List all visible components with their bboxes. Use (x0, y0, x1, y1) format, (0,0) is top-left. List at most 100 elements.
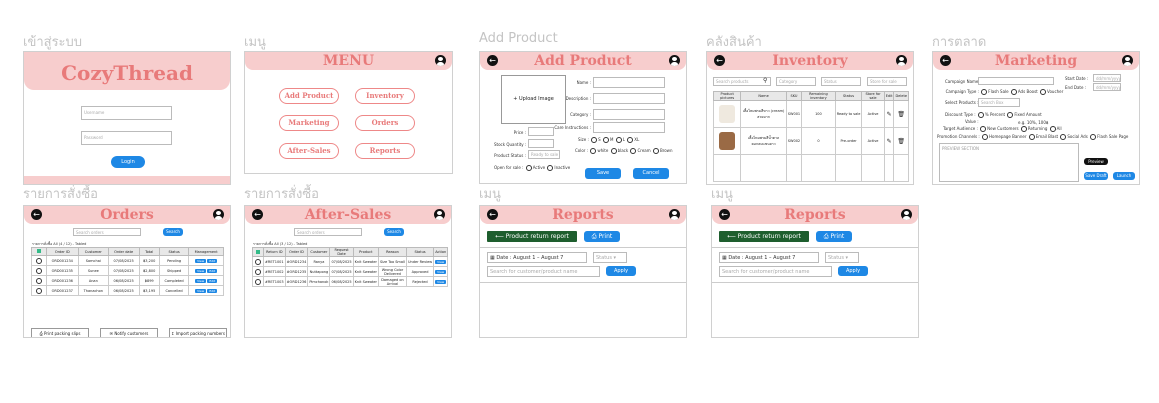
edit-icon[interactable]: ✎ (883, 127, 895, 155)
active-radio[interactable] (525, 165, 532, 171)
view-button[interactable]: View (195, 288, 207, 293)
flash-page-radio[interactable] (1090, 134, 1097, 140)
status-select[interactable]: Ready to sale (528, 150, 560, 159)
homepage-radio[interactable] (982, 134, 989, 140)
row-checkbox[interactable] (31, 265, 47, 276)
save-draft-button[interactable]: Save Draft (1084, 172, 1108, 180)
search-button[interactable]: Search (163, 228, 183, 236)
notify-customers-button[interactable]: ✉ Notify customers (100, 328, 158, 337)
fixed-radio[interactable] (1007, 112, 1014, 118)
status-select[interactable]: Status ▾ (593, 252, 627, 263)
row-checkbox[interactable] (252, 266, 264, 277)
report-search-input[interactable]: Search for customer/product name (719, 266, 832, 277)
stock-input[interactable] (528, 139, 554, 148)
percent-radio[interactable] (977, 112, 984, 118)
trash-icon[interactable]: 🗑 (893, 127, 909, 155)
cancel-button[interactable]: Cancel (633, 168, 669, 179)
row-checkbox[interactable] (31, 275, 47, 286)
size-m-radio[interactable] (602, 137, 609, 143)
category-input[interactable] (593, 109, 665, 120)
care-input[interactable] (593, 122, 665, 133)
menu-inventory[interactable]: Inventory (355, 88, 415, 104)
order-search-input[interactable]: Search orders (73, 228, 141, 236)
report-search-input[interactable]: Search for customer/product name (487, 266, 600, 277)
launch-button[interactable]: Launch (1113, 172, 1135, 180)
login-button[interactable]: Login (111, 156, 145, 168)
menu-add-product[interactable]: Add Product (279, 88, 339, 104)
edit-button[interactable]: Edit (207, 258, 218, 263)
return-report-button[interactable]: ⟵ Product return report (487, 231, 577, 242)
color-cream-radio[interactable] (630, 148, 637, 154)
view-button[interactable]: View (435, 269, 447, 274)
edit-button[interactable]: Edit (207, 268, 218, 273)
view-button[interactable]: View (195, 268, 207, 273)
import-numbers-button[interactable]: ↥ Import packing numbers (169, 328, 227, 337)
view-button[interactable]: View (195, 278, 207, 283)
flash-sale-radio[interactable] (981, 89, 988, 95)
row-checkbox[interactable] (31, 255, 47, 266)
return-report-button[interactable]: ⟵ Product return report (719, 231, 809, 242)
trash-icon[interactable]: 🗑 (893, 100, 909, 128)
row-checkbox[interactable] (252, 256, 264, 267)
edit-icon[interactable]: ✎ (883, 100, 895, 128)
social-radio[interactable] (1060, 134, 1067, 140)
start-date-input[interactable]: dd/mm/yyyy (1093, 74, 1121, 82)
user-icon[interactable] (1122, 55, 1133, 66)
preview-button[interactable]: Preview (1084, 158, 1108, 165)
search-icon[interactable]: ⚲ (763, 77, 767, 84)
user-icon[interactable] (435, 55, 446, 66)
inactive-radio[interactable] (547, 165, 554, 171)
order-search-input[interactable]: Search orders (294, 228, 362, 236)
print-button[interactable]: ⎙ Print (816, 231, 852, 242)
voucher-radio[interactable] (1040, 89, 1047, 95)
size-l-radio[interactable] (615, 137, 622, 143)
apply-button[interactable]: Apply (606, 266, 636, 276)
new-customers-radio[interactable] (980, 126, 987, 132)
size-s-radio[interactable] (591, 137, 598, 143)
select-all-checkbox[interactable] (252, 247, 264, 257)
all-radio[interactable] (1049, 126, 1056, 132)
status-select[interactable]: Status ▾ (825, 252, 859, 263)
menu-reports[interactable]: Reports (355, 143, 415, 159)
color-black-radio[interactable] (610, 148, 617, 154)
store-filter[interactable]: Store for sale (867, 77, 907, 86)
row-checkbox[interactable] (252, 276, 264, 287)
apply-button[interactable]: Apply (838, 266, 868, 276)
user-icon[interactable] (901, 209, 912, 220)
end-date-input[interactable]: dd/mm/yyyy (1093, 83, 1121, 91)
menu-after-sales[interactable]: After-Sales (279, 143, 339, 159)
ads-boost-radio[interactable] (1010, 89, 1017, 95)
color-brown-radio[interactable] (652, 148, 659, 154)
password-field[interactable]: Password (81, 131, 172, 145)
name-input[interactable] (593, 77, 665, 88)
username-field[interactable]: Username (81, 106, 172, 120)
print-slips-button[interactable]: ⎙ Print packing slips (31, 328, 89, 337)
print-button[interactable]: ⎙ Print (584, 231, 620, 242)
category-filter[interactable]: Category (776, 77, 816, 86)
row-checkbox[interactable] (31, 285, 47, 296)
user-icon[interactable] (434, 209, 445, 220)
size-xl-radio[interactable] (627, 137, 634, 143)
upload-image-box[interactable]: + Upload Image (501, 75, 566, 124)
returning-radio[interactable] (1020, 126, 1027, 132)
menu-orders[interactable]: Orders (355, 115, 415, 131)
edit-button[interactable]: Edit (207, 278, 218, 283)
user-icon[interactable] (213, 209, 224, 220)
user-icon[interactable] (669, 209, 680, 220)
product-search-box[interactable]: Search Box (978, 98, 1020, 107)
status-filter[interactable]: Status (821, 77, 861, 86)
view-button[interactable]: View (435, 259, 447, 264)
edit-button[interactable]: Edit (207, 288, 218, 293)
view-button[interactable]: View (435, 279, 447, 284)
email-radio[interactable] (1028, 134, 1035, 140)
select-all-checkbox[interactable] (31, 247, 47, 256)
price-input[interactable] (528, 127, 554, 136)
view-button[interactable]: View (195, 258, 207, 263)
date-range-picker[interactable]: ▦ Date : August 1 – August 7 (719, 252, 819, 263)
save-button[interactable]: Save (585, 168, 621, 179)
menu-marketing[interactable]: Marketing (279, 115, 339, 131)
date-range-picker[interactable]: ▦ Date : August 1 – August 7 (487, 252, 587, 263)
user-icon[interactable] (669, 55, 680, 66)
color-white-radio[interactable] (590, 148, 597, 154)
description-input[interactable] (593, 93, 665, 104)
